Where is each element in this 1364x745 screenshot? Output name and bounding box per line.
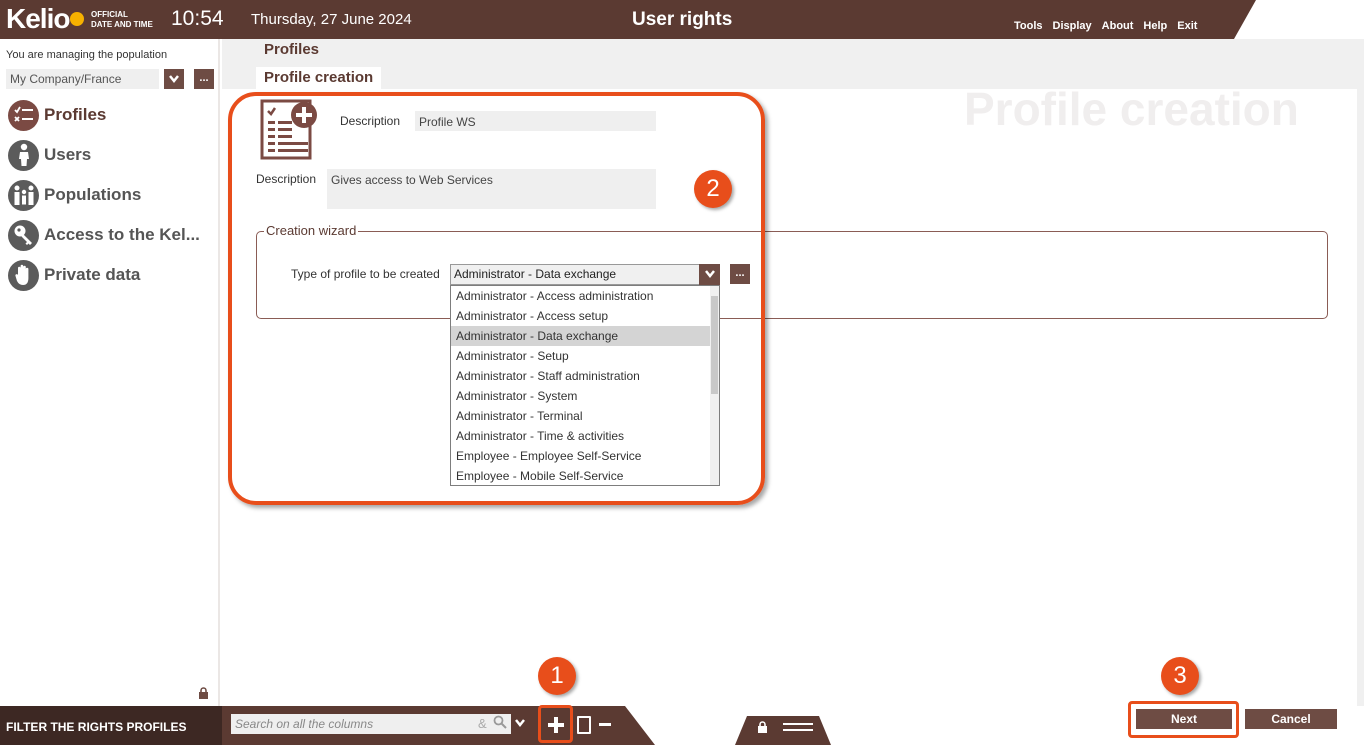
user-icon	[8, 139, 39, 171]
populations-icon	[8, 179, 39, 211]
sidebar-item-users[interactable]: Users	[8, 138, 91, 172]
population-select[interactable]: My Company/France	[6, 69, 159, 89]
resize-grip-icon[interactable]	[783, 723, 813, 731]
clock: 10:54	[171, 7, 224, 30]
callout-highlight-form	[228, 92, 765, 505]
callout-badge-1: 1	[538, 657, 576, 695]
top-bar-corner	[1234, 0, 1364, 39]
search-input[interactable]: Search on all the columns	[231, 714, 511, 734]
menu-about[interactable]: About	[1102, 20, 1134, 32]
chevron-down-icon	[169, 75, 179, 84]
sidebar-item-profiles[interactable]: Profiles	[8, 98, 106, 132]
callout-highlight-next	[1128, 701, 1239, 738]
sidebar-item-label: Access to the Kel...	[44, 225, 200, 244]
sidebar-item-access[interactable]: Access to the Kel...	[8, 218, 200, 252]
menu-display[interactable]: Display	[1053, 20, 1092, 32]
minus-icon	[599, 723, 611, 726]
official-line1: OFFICIAL	[91, 10, 128, 19]
hand-icon	[8, 259, 39, 291]
window-title: User rights	[632, 9, 733, 30]
filter-label: FILTER THE RIGHTS PROFILES	[6, 720, 187, 734]
cancel-button[interactable]: Cancel	[1245, 709, 1337, 729]
top-bar: Kelio OFFICIAL DATE AND TIME 10:54 Thurs…	[0, 0, 1364, 39]
search-icon[interactable]	[493, 715, 507, 732]
page-watermark: Profile creation	[964, 83, 1299, 135]
profiles-icon	[8, 99, 39, 131]
sidebar-item-label: Private data	[44, 265, 141, 284]
breadcrumb-section[interactable]: Profiles	[264, 41, 319, 58]
population-more-button[interactable]: ...	[194, 69, 214, 89]
search-and-icon[interactable]: &	[478, 716, 487, 731]
sidebar-item-label: Users	[44, 145, 92, 164]
sidebar-item-label: Profiles	[44, 105, 107, 124]
menu-tools[interactable]: Tools	[1014, 20, 1043, 32]
main-scrollbar[interactable]	[1357, 89, 1364, 706]
lock-icon[interactable]	[198, 687, 209, 702]
key-icon	[8, 219, 39, 251]
population-dropdown-button[interactable]	[164, 69, 184, 89]
date: Thursday, 27 June 2024	[251, 11, 412, 28]
callout-highlight-add	[538, 705, 573, 743]
chevron-down-icon[interactable]	[514, 717, 526, 732]
lock-icon[interactable]	[757, 721, 768, 736]
delete-profile-button[interactable]	[598, 712, 612, 736]
sidebar-item-private-data[interactable]: Private data	[8, 258, 140, 292]
menu-help[interactable]: Help	[1143, 20, 1167, 32]
sidebar-item-label: Populations	[44, 185, 142, 204]
official-line2: DATE AND TIME	[91, 20, 153, 29]
left-panel: You are managing the population My Compa…	[0, 39, 220, 706]
kelio-logo: Kelio	[6, 3, 85, 35]
official-time-label: OFFICIAL DATE AND TIME	[91, 10, 153, 30]
tab-profile-creation[interactable]: Profile creation	[256, 67, 382, 89]
duplicate-icon[interactable]	[577, 716, 591, 734]
top-menu: Tools Display About Help Exit	[1014, 20, 1207, 32]
menu-exit[interactable]: Exit	[1177, 20, 1197, 32]
filter-panel: FILTER THE RIGHTS PROFILES	[0, 706, 222, 745]
callout-badge-3: 3	[1161, 657, 1199, 695]
sidebar-item-populations[interactable]: Populations	[8, 178, 141, 212]
logo-dot-icon	[70, 12, 85, 26]
population-label: You are managing the population	[6, 49, 168, 61]
callout-badge-2: 2	[694, 170, 732, 208]
